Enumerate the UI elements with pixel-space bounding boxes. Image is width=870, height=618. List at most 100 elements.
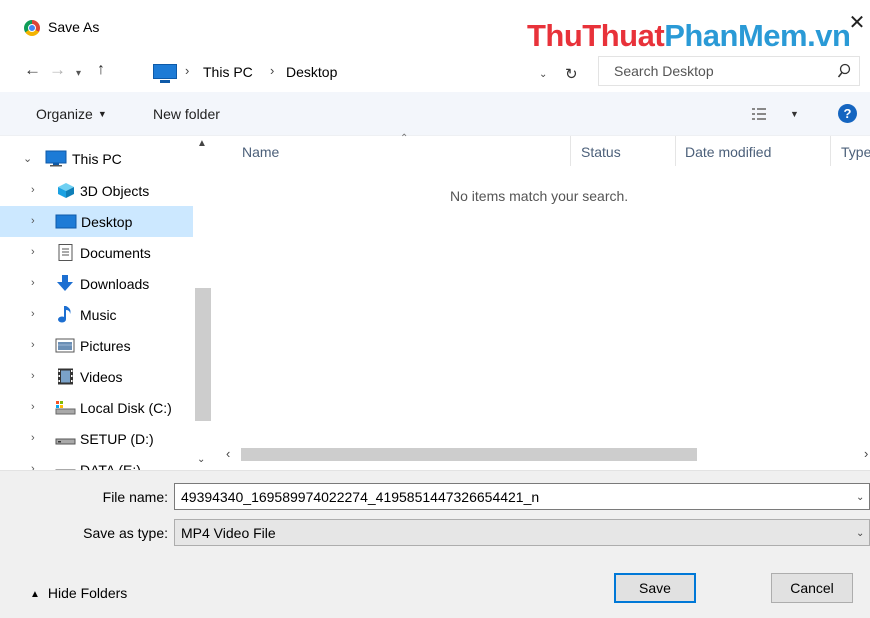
address-dropdown-icon[interactable]: ⌄ [539, 69, 547, 80]
tree-label: Documents [80, 245, 151, 261]
column-divider[interactable] [570, 136, 571, 166]
tree-item-local-disk-c[interactable]: › Local Disk (C:) [0, 392, 193, 423]
tree-item-videos[interactable]: › Videos [0, 361, 193, 392]
chevron-right-icon[interactable]: › [31, 370, 35, 382]
column-header-status[interactable]: Status [581, 144, 621, 160]
save-button[interactable]: Save [614, 573, 696, 603]
command-bar: Organize ▼ New folder ▼ ? [0, 92, 870, 136]
address-bar[interactable]: › This PC › Desktop ⌄ ↻ [148, 56, 586, 86]
breadcrumb-desktop[interactable]: Desktop [286, 64, 337, 80]
music-icon [58, 306, 71, 323]
column-header-type[interactable]: Type [841, 144, 870, 160]
tree-label: Videos [80, 369, 123, 385]
pictures-icon [55, 338, 75, 353]
tree-item-music[interactable]: › Music [0, 299, 193, 330]
file-name-field[interactable]: 49394340_169589974022274_419585144732665… [174, 483, 870, 510]
up-button[interactable]: ↑ [97, 60, 105, 80]
tree-label: Downloads [80, 276, 150, 292]
watermark-logo: ThuThuatPhanMem.vn [527, 18, 851, 53]
chevron-down-icon[interactable]: ⌄ [856, 528, 864, 539]
chevron-right-icon[interactable]: › [31, 277, 35, 289]
this-pc-icon [153, 64, 177, 83]
chevron-right-icon[interactable]: › [31, 339, 35, 351]
horizontal-scrollbar[interactable]: ‹ › [217, 444, 870, 464]
scroll-down-icon[interactable]: ⌄ [197, 454, 205, 465]
window-title: Save As [48, 19, 100, 35]
view-dropdown-icon[interactable]: ▼ [790, 109, 799, 119]
file-name-value: 49394340_169589974022274_419585144732665… [181, 489, 540, 505]
this-pc-icon [45, 150, 67, 167]
column-header-name[interactable]: Name [242, 144, 279, 160]
videos-icon [58, 368, 73, 385]
back-button[interactable]: ← [24, 60, 41, 80]
save-type-label: Save as type: [83, 525, 168, 541]
downloads-icon [57, 275, 73, 291]
tree-label: Pictures [80, 338, 131, 354]
tree-item-pictures[interactable]: › Pictures [0, 330, 193, 361]
tree-label: DATA (E:) [80, 462, 141, 470]
save-type-select[interactable]: MP4 Video File ⌄ [174, 519, 870, 546]
new-folder-button[interactable]: New folder [153, 106, 220, 122]
scroll-thumb[interactable] [195, 288, 211, 421]
organize-menu[interactable]: Organize ▼ [36, 106, 107, 122]
scroll-left-icon[interactable]: ‹ [226, 446, 230, 461]
chevron-down-icon[interactable]: ⌄ [856, 492, 864, 503]
tree-scrollbar[interactable]: ▲ ⌄ [193, 136, 213, 470]
scroll-thumb[interactable] [241, 448, 697, 461]
view-options-icon[interactable] [752, 108, 766, 120]
chevron-right-icon[interactable]: › [31, 401, 35, 413]
tree-label: Desktop [81, 214, 133, 230]
column-divider[interactable] [830, 136, 831, 166]
3d-objects-icon [58, 183, 74, 198]
drive-icon [55, 469, 76, 470]
chrome-icon [24, 20, 40, 36]
caret-down-icon: ▼ [97, 109, 107, 119]
refresh-icon[interactable]: ↻ [565, 65, 578, 83]
scroll-up-icon[interactable]: ▲ [197, 138, 207, 149]
save-form: File name: 49394340_169589974022274_4195… [0, 470, 870, 618]
file-name-label: File name: [102, 489, 168, 505]
tree-item-documents[interactable]: › Documents [0, 237, 193, 268]
scroll-right-icon[interactable]: › [864, 446, 868, 461]
drive-icon [55, 438, 76, 445]
tree-item-this-pc[interactable]: ⌄ This PC [0, 143, 193, 174]
tree-label: This PC [72, 151, 122, 167]
tree-label: Local Disk (C:) [80, 400, 172, 416]
file-list: ⌃ Name Status Date modified Type No item… [217, 133, 870, 470]
tree-item-data-e[interactable]: › DATA (E:) [0, 454, 193, 470]
save-type-value: MP4 Video File [181, 525, 276, 541]
desktop-icon [55, 214, 77, 229]
tree-item-3d-objects[interactable]: › 3D Objects [0, 175, 193, 206]
help-icon[interactable]: ? [838, 104, 857, 123]
breadcrumb-separator: › [270, 63, 275, 78]
chevron-right-icon[interactable]: › [31, 246, 35, 258]
tree-item-desktop[interactable]: › Desktop [0, 206, 193, 237]
forward-button[interactable]: → [49, 60, 66, 80]
title-bar: Save As ThuThuatPhanMem.vn ✕ [0, 0, 870, 53]
tree-label: Music [80, 307, 117, 323]
search-input[interactable]: Search Desktop [598, 56, 860, 86]
chevron-down-icon[interactable]: ⌄ [23, 152, 32, 165]
documents-icon [58, 244, 73, 261]
local-disk-icon [55, 401, 76, 415]
tree-item-setup-d[interactable]: › SETUP (D:) [0, 423, 193, 454]
chevron-right-icon[interactable]: › [31, 215, 35, 227]
chevron-right-icon[interactable]: › [31, 432, 35, 444]
navigation-pane: ⌄ This PC › 3D Objects › Desktop › Docum… [0, 136, 217, 470]
close-button[interactable]: ✕ [847, 12, 867, 34]
chevron-right-icon[interactable]: › [31, 308, 35, 320]
breadcrumb-separator: › [185, 63, 190, 78]
empty-message: No items match your search. [450, 188, 629, 204]
column-divider[interactable] [675, 136, 676, 166]
column-header-date-modified[interactable]: Date modified [685, 144, 771, 160]
chevron-right-icon[interactable]: › [31, 463, 35, 470]
tree-item-downloads[interactable]: › Downloads [0, 268, 193, 299]
search-icon[interactable] [837, 63, 851, 79]
cancel-button[interactable]: Cancel [771, 573, 853, 603]
chevron-up-icon: ▲ [30, 589, 40, 600]
search-placeholder: Search Desktop [614, 63, 714, 79]
chevron-right-icon[interactable]: › [31, 184, 35, 196]
hide-folders-button[interactable]: ▲ Hide Folders [30, 585, 127, 601]
recent-locations-button[interactable]: ▾ [76, 64, 81, 84]
breadcrumb-this-pc[interactable]: This PC [203, 64, 253, 80]
